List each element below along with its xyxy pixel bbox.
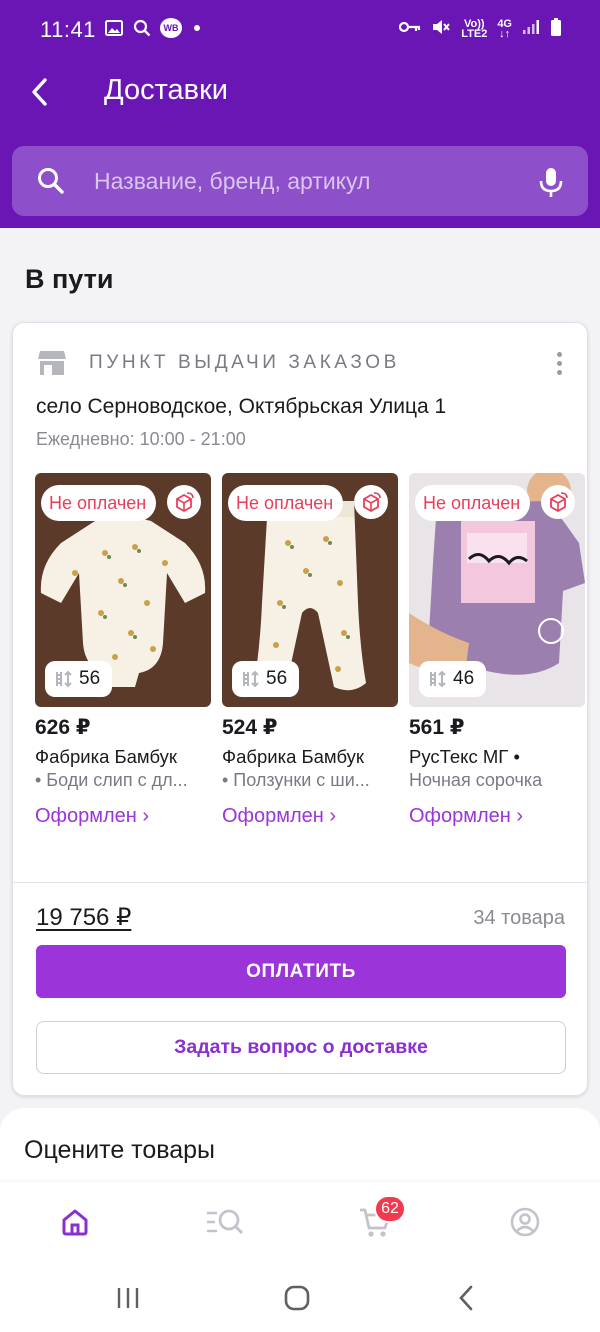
size-badge: 46 — [419, 661, 487, 697]
size-badge: 56 — [232, 661, 300, 697]
catalog-search-icon — [207, 1209, 244, 1235]
product-image: Не оплачен 46 — [409, 473, 585, 707]
nav-catalog[interactable] — [205, 1202, 245, 1242]
size-value: 56 — [266, 668, 288, 689]
product-name: • Боди слип с дл... — [35, 770, 188, 790]
product-price: 626 ₽ — [35, 716, 91, 739]
battery-icon — [550, 18, 562, 39]
box-return-icon — [541, 485, 575, 519]
key-icon — [399, 20, 421, 37]
pickup-hours: Ежедневно: 10:00 - 21:00 — [36, 429, 246, 449]
chevron-left-icon — [32, 78, 47, 106]
wb-app-icon: WB — [160, 18, 182, 38]
size-value: 56 — [79, 668, 101, 689]
size-value: 46 — [453, 668, 475, 689]
back-button[interactable] — [20, 72, 60, 112]
product-price: 524 ₽ — [222, 716, 278, 739]
unpaid-badge: Не оплачен — [415, 485, 531, 521]
volte-label-top: Vo)) — [463, 17, 485, 30]
microphone-icon[interactable] — [536, 166, 566, 198]
back-system-button[interactable] — [446, 1282, 486, 1314]
items-count: 34 товара — [473, 907, 565, 929]
unpaid-badge: Не оплачен — [41, 485, 157, 521]
home-circle-icon — [284, 1285, 310, 1311]
status-left-icons: WB — [104, 18, 200, 38]
pay-button[interactable]: ОПЛАТИТЬ — [36, 945, 566, 998]
product-price: 561 ₽ — [409, 716, 465, 739]
product-status-link[interactable]: Оформлен › — [35, 805, 211, 828]
product-image: Не оплачен 56 — [35, 473, 211, 707]
product-card[interactable]: Не оплачен 46 561 ₽ РусТекс МГ • Ночная … — [409, 473, 585, 828]
product-brand: РусТекс МГ • — [409, 746, 520, 767]
home-system-button[interactable] — [277, 1282, 317, 1314]
recent-apps-button[interactable] — [108, 1282, 148, 1314]
bottom-navigation: 62 — [0, 1182, 600, 1262]
volte-label-bottom: LTE2 — [461, 27, 488, 40]
unpaid-badge: Не оплачен — [228, 485, 344, 521]
product-carousel[interactable]: Не оплачен 56 626 ₽ Фабрика Бамбук • Бод… — [35, 473, 589, 833]
profile-icon — [510, 1207, 540, 1237]
product-status-link[interactable]: Оформлен › — [222, 805, 398, 828]
pickup-label: ПУНКТ ВЫДАЧИ ЗАКАЗОВ — [89, 352, 400, 373]
size-icon — [56, 670, 72, 688]
pickup-address: село Серноводское, Октябрьская Улица 1 — [36, 395, 447, 418]
home-icon — [62, 1209, 88, 1236]
search-icon — [38, 168, 64, 194]
nav-profile[interactable] — [505, 1202, 545, 1242]
card-divider — [13, 882, 587, 883]
image-icon — [104, 19, 124, 37]
product-card[interactable]: Не оплачен 56 524 ₽ Фабрика Бамбук • Пол… — [222, 473, 398, 828]
product-brand: Фабрика Бамбук — [222, 746, 364, 767]
product-status-link[interactable]: Оформлен › — [409, 805, 585, 828]
rate-products-card[interactable]: Оцените товары — [0, 1108, 600, 1188]
app-header: 11:41 WB Vo)) LTE2 4G ↓↑ Доставки Назван… — [0, 0, 600, 228]
status-bar: 11:41 WB Vo)) LTE2 4G ↓↑ — [0, 0, 600, 60]
search-bar[interactable] — [12, 146, 588, 216]
signal-icon — [522, 19, 540, 38]
store-icon — [38, 351, 66, 375]
product-image: Не оплачен 56 — [222, 473, 398, 707]
mute-icon — [431, 18, 451, 39]
dot-icon — [194, 25, 200, 31]
product-brand: Фабрика Бамбук — [35, 746, 177, 767]
product-name: • Ползунки с ши... — [222, 770, 370, 790]
network-type-label: 4G — [497, 17, 512, 30]
4g-icon: 4G ↓↑ — [497, 17, 512, 40]
status-right-icons: Vo)) LTE2 4G ↓↑ — [399, 18, 562, 39]
volte-icon: Vo)) LTE2 — [461, 17, 488, 40]
chevron-left-icon — [459, 1285, 473, 1311]
pickup-row: ПУНКТ ВЫДАЧИ ЗАКАЗОВ — [37, 345, 400, 381]
search-input[interactable] — [94, 160, 534, 202]
top-app-bar: Доставки — [0, 60, 600, 124]
system-navigation-bar — [0, 1262, 600, 1332]
ask-delivery-question-button[interactable]: Задать вопрос о доставке — [36, 1021, 566, 1074]
status-time: 11:41 — [40, 17, 96, 42]
cart-count-badge: 62 — [374, 1195, 406, 1223]
product-name: Ночная сорочка — [409, 770, 543, 790]
box-return-icon — [167, 485, 201, 519]
page-title: Доставки — [104, 74, 228, 106]
rate-products-title: Оцените товары — [24, 1136, 216, 1164]
recent-apps-icon — [117, 1288, 139, 1308]
size-badge: 56 — [45, 661, 113, 697]
nav-home[interactable] — [55, 1202, 95, 1242]
order-total[interactable]: 19 756 ₽ — [36, 903, 131, 932]
size-icon — [430, 670, 446, 688]
delivery-card: ПУНКТ ВЫДАЧИ ЗАКАЗОВ село Серноводское, … — [12, 322, 588, 1096]
size-icon — [243, 670, 259, 688]
box-return-icon — [354, 485, 388, 519]
more-options-icon[interactable] — [547, 347, 571, 379]
search-icon — [132, 19, 152, 37]
section-title: В пути — [25, 264, 114, 294]
product-card[interactable]: Не оплачен 56 626 ₽ Фабрика Бамбук • Бод… — [35, 473, 211, 828]
